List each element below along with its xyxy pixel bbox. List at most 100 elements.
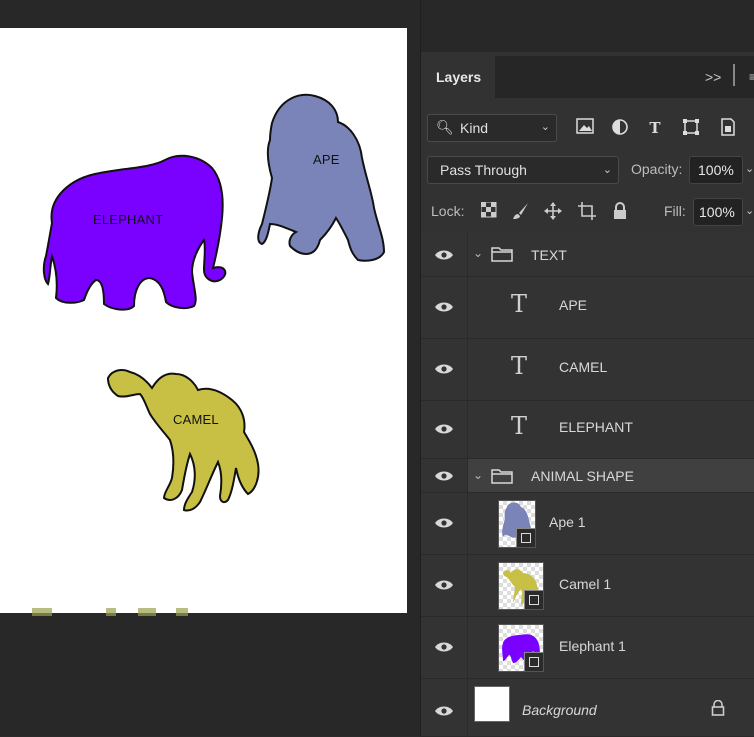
ape-shape[interactable] [257, 93, 386, 262]
layer-name: Ape 1 [549, 514, 586, 530]
lock-icon [711, 699, 725, 719]
lock-fill-row: Lock: Fill: 100% ⌄ [421, 198, 754, 226]
panel-top-bar [421, 0, 754, 52]
eye-icon [435, 642, 453, 652]
chevron-down-icon: ⌄ [602, 164, 612, 176]
eye-icon [435, 424, 453, 434]
layer-name: Background [522, 702, 597, 718]
visibility-toggle[interactable] [421, 339, 468, 400]
shape-filter-icon[interactable] [681, 118, 701, 138]
visibility-toggle[interactable] [421, 493, 468, 554]
layer-shape-elephant[interactable]: Elephant 1 [421, 617, 754, 679]
chevron-down-icon[interactable]: ⌄ [745, 162, 754, 175]
lock-all-icon[interactable] [610, 202, 630, 222]
artboard[interactable]: ELEPHANT APE CAMEL [0, 28, 407, 613]
blend-mode-value: Pass Through [440, 162, 527, 178]
opacity-value: 100% [698, 162, 734, 178]
eye-icon [435, 518, 453, 528]
layers-tab-bar: Layers >> ≡ [421, 56, 754, 98]
visibility-toggle[interactable] [421, 679, 468, 736]
vector-shape-badge-icon [524, 590, 543, 609]
chevron-down-icon[interactable]: ⌄ [473, 468, 483, 482]
eye-icon [435, 250, 453, 260]
text-layer-icon: T [511, 352, 528, 380]
layer-group-animal-shape[interactable]: ⌄ ANIMAL SHAPE [421, 459, 754, 493]
layer-shape-camel[interactable]: Camel 1 [421, 555, 754, 617]
elephant-shape[interactable] [42, 154, 227, 311]
eye-icon [435, 706, 453, 716]
expand-panel-icon[interactable]: >> [705, 69, 721, 85]
panel-menu-icon[interactable]: ≡ [749, 70, 754, 84]
layers-panel: Layers >> ≡ 🔍︎ Kind ⌄ T Pass Through ⌄ O… [420, 0, 754, 737]
layer-thumbnail [498, 624, 544, 672]
filter-kind-label: Kind [460, 120, 489, 136]
type-filter-icon[interactable]: T [645, 118, 665, 138]
layer-thumbnail [498, 500, 536, 548]
move-icon[interactable] [543, 202, 563, 222]
layer-name: ELEPHANT [559, 419, 633, 435]
filter-kind-dropdown[interactable]: 🔍︎ Kind ⌄ [427, 114, 557, 142]
visibility-toggle[interactable] [421, 401, 468, 458]
fill-field[interactable]: 100% [693, 198, 743, 226]
eye-icon [435, 471, 453, 481]
visibility-toggle[interactable] [421, 617, 468, 678]
lock-label: Lock: [431, 203, 465, 219]
vector-shape-badge-icon [524, 652, 543, 671]
layer-thumbnail [498, 562, 544, 610]
image-filter-icon[interactable] [575, 118, 595, 138]
layer-name: Elephant 1 [559, 638, 626, 654]
elephant-text-label[interactable]: ELEPHANT [93, 212, 163, 227]
layer-name: APE [559, 297, 588, 313]
partial-shape-fragment [176, 608, 188, 616]
tab-layers[interactable]: Layers [421, 56, 495, 98]
brush-icon[interactable] [511, 202, 531, 222]
visibility-toggle[interactable] [421, 459, 468, 492]
layer-group-text[interactable]: ⌄ TEXT [421, 232, 754, 277]
camel-text-label[interactable]: CAMEL [173, 412, 219, 427]
fill-label: Fill: [664, 203, 686, 219]
opacity-label: Opacity: [631, 161, 683, 177]
eye-icon [435, 364, 453, 374]
chevron-down-icon[interactable]: ⌄ [473, 246, 483, 260]
smart-object-filter-icon[interactable] [718, 118, 738, 138]
folder-icon [491, 469, 513, 484]
layer-name: CAMEL [559, 359, 608, 375]
layer-name: ANIMAL SHAPE [531, 468, 634, 484]
ape-text-label[interactable]: APE [313, 152, 340, 167]
document-canvas-area[interactable]: ELEPHANT APE CAMEL [0, 0, 420, 736]
partial-shape-fragment [106, 608, 116, 616]
vector-shape-badge-icon [516, 528, 535, 547]
lock-transparency-icon[interactable] [479, 201, 499, 222]
visibility-toggle[interactable] [421, 555, 468, 616]
fill-value: 100% [699, 204, 735, 220]
chevron-down-icon: ⌄ [540, 121, 550, 133]
layer-name: TEXT [531, 247, 567, 263]
layer-name: Camel 1 [559, 576, 612, 592]
blend-mode-dropdown[interactable]: Pass Through ⌄ [427, 156, 619, 184]
divider-icon [733, 64, 735, 86]
layer-text-camel[interactable]: T CAMEL [421, 339, 754, 401]
text-layer-icon: T [511, 290, 528, 318]
opacity-field[interactable]: 100% [689, 156, 743, 184]
layer-text-elephant[interactable]: T ELEPHANT [421, 401, 754, 459]
eye-icon [435, 302, 453, 312]
layer-background[interactable]: Background [421, 679, 754, 737]
layer-text-ape[interactable]: T APE [421, 277, 754, 339]
layer-thumbnail [474, 686, 510, 722]
search-icon: 🔍︎ [436, 119, 454, 135]
visibility-toggle[interactable] [421, 277, 468, 338]
camel-shape[interactable] [106, 369, 260, 512]
folder-icon [491, 247, 513, 262]
text-layer-icon: T [511, 412, 528, 440]
partial-shape-fragment [138, 608, 156, 616]
adjustment-filter-icon[interactable] [610, 118, 630, 138]
layer-filter-row: 🔍︎ Kind ⌄ T [421, 112, 754, 144]
partial-shape-fragment [32, 608, 52, 616]
layer-shape-ape[interactable]: Ape 1 [421, 493, 754, 555]
visibility-toggle[interactable] [421, 232, 468, 276]
artwork [42, 93, 386, 512]
chevron-down-icon[interactable]: ⌄ [745, 204, 754, 217]
tab-layers-label: Layers [436, 69, 482, 85]
eye-icon [435, 580, 453, 590]
crop-artboard-icon[interactable] [577, 202, 597, 222]
